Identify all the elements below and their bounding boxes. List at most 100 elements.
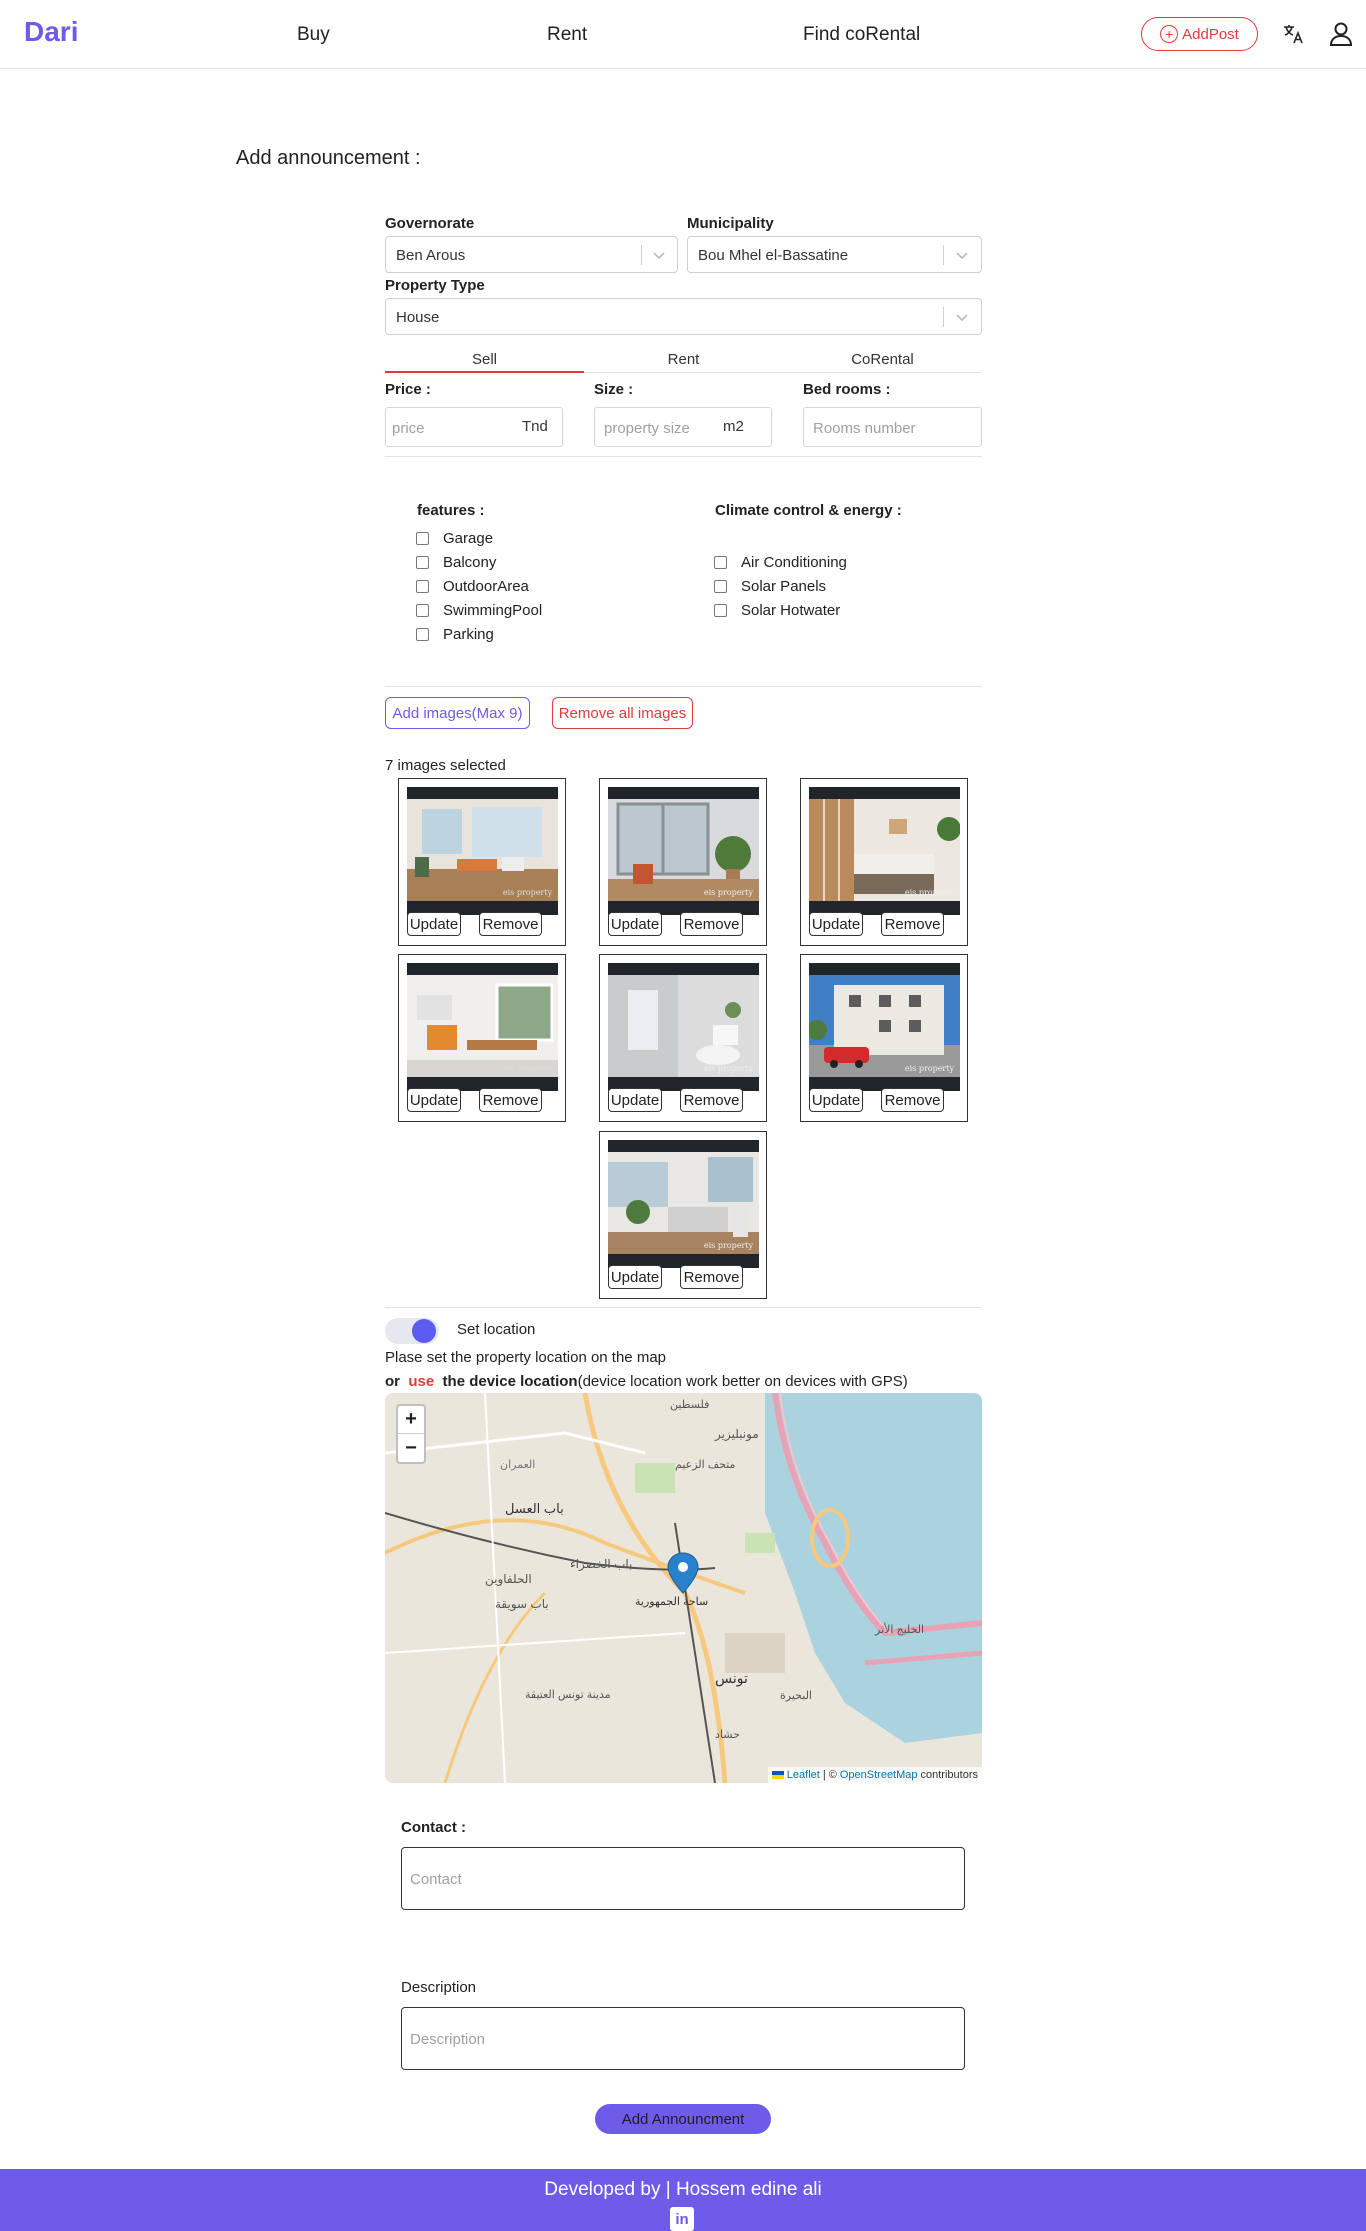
checkbox[interactable]: [416, 627, 429, 641]
remove-all-images-button[interactable]: Remove all images: [552, 697, 693, 729]
checkbox[interactable]: [416, 579, 429, 593]
watermark: eis property: [904, 1064, 954, 1073]
bedrooms-placeholder: Rooms number: [813, 420, 916, 437]
size-label: Size :: [594, 381, 634, 398]
property-image-kitchen: eis property: [407, 963, 558, 1091]
feature-label: OutdoorArea: [443, 577, 529, 595]
feature-balcony[interactable]: Balcony: [416, 552, 496, 572]
map-place-label: حشاد: [715, 1729, 740, 1741]
feature-parking[interactable]: Parking: [416, 624, 494, 644]
linkedin-icon[interactable]: in: [670, 2207, 694, 2231]
size-input[interactable]: property size m2: [594, 407, 772, 447]
nav-link-find-corental[interactable]: Find coRental: [803, 24, 920, 46]
images-selected-count: 7 images selected: [385, 757, 506, 774]
size-unit: m2: [723, 418, 744, 435]
watermark: eis property: [904, 888, 954, 897]
climate-label: Solar Hotwater: [741, 601, 841, 619]
map-place-label: باب الخضراء: [570, 1557, 632, 1572]
bedrooms-input[interactable]: Rooms number: [803, 407, 982, 447]
zoom-out-button[interactable]: −: [398, 1434, 424, 1462]
divider: [385, 686, 982, 687]
feature-label: Parking: [443, 625, 494, 643]
municipality-label: Municipality: [687, 215, 774, 232]
tab-corental[interactable]: CoRental: [783, 351, 982, 368]
property-image-window-plant: eis property: [608, 787, 759, 915]
climate-solar-panels[interactable]: Solar Panels: [714, 576, 826, 596]
device-location-text: the device location: [442, 1373, 578, 1390]
translate-icon[interactable]: [1279, 20, 1307, 48]
watermark: eis property: [703, 888, 753, 897]
nav-link-rent[interactable]: Rent: [547, 24, 587, 46]
navbar: Dari Buy Rent Find coRental + AddPost: [0, 0, 1366, 69]
checkbox[interactable]: [416, 555, 429, 569]
update-image-button[interactable]: Update: [407, 1088, 461, 1112]
select-separator: [943, 245, 944, 265]
map-place-label: ساحة الجمهورية: [635, 1596, 708, 1608]
remove-image-button[interactable]: Remove: [479, 1088, 542, 1112]
addpost-button[interactable]: + AddPost: [1141, 17, 1258, 51]
use-device-location-link[interactable]: use: [408, 1373, 434, 1390]
brand-logo[interactable]: Dari: [24, 16, 78, 48]
footer-credit: Developed by | Hossem edine ali: [544, 2179, 822, 2200]
checkbox[interactable]: [714, 555, 727, 569]
map-place-label: متحف الزعيم: [675, 1459, 736, 1471]
watermark: eis property: [703, 1241, 753, 1250]
property-image-bedroom: eis property: [809, 787, 960, 915]
nav-link-buy[interactable]: Buy: [297, 24, 330, 46]
update-image-button[interactable]: Update: [608, 1088, 662, 1112]
map-place-label: فلسطين: [670, 1399, 709, 1411]
property-type-select[interactable]: House: [385, 298, 982, 335]
openstreetmap-link[interactable]: OpenStreetMap: [840, 1769, 918, 1781]
price-label: Price :: [385, 381, 431, 398]
governorate-select[interactable]: Ben Arous: [385, 236, 678, 273]
tab-sell[interactable]: Sell: [385, 345, 584, 373]
description-label: Description: [401, 1979, 477, 1996]
property-type-value: House: [396, 309, 440, 326]
user-icon[interactable]: [1327, 20, 1355, 48]
tab-rent[interactable]: Rent: [584, 351, 783, 368]
feature-swimmingpool[interactable]: SwimmingPool: [416, 600, 542, 620]
leaflet-link[interactable]: Leaflet: [787, 1769, 820, 1781]
price-input[interactable]: price Tnd: [385, 407, 563, 447]
zoom-in-button[interactable]: +: [398, 1406, 424, 1434]
checkbox[interactable]: [416, 603, 429, 617]
contact-placeholder: Contact: [410, 1871, 462, 1888]
add-images-button[interactable]: Add images(Max 9): [385, 697, 530, 729]
description-placeholder: Description: [410, 2031, 486, 2048]
contact-input[interactable]: Contact: [401, 1847, 965, 1910]
property-image-building-exterior: eis property: [809, 963, 960, 1091]
governorate-value: Ben Arous: [396, 247, 466, 264]
location-map[interactable]: باب العسل الحلفاوين باب الخضراء ساحة الج…: [385, 1393, 982, 1783]
description-input[interactable]: Description: [401, 2007, 965, 2070]
checkbox[interactable]: [714, 603, 727, 617]
update-image-button[interactable]: Update: [407, 912, 461, 936]
chevron-down-icon: [653, 252, 665, 260]
governorate-label: Governorate: [385, 215, 475, 232]
remove-image-button[interactable]: Remove: [479, 912, 542, 936]
checkbox[interactable]: [416, 531, 429, 545]
update-image-button[interactable]: Update: [809, 912, 863, 936]
climate-solar-hotwater[interactable]: Solar Hotwater: [714, 600, 840, 620]
remove-image-button[interactable]: Remove: [680, 1265, 743, 1289]
feature-garage[interactable]: Garage: [416, 528, 493, 548]
watermark: eis property: [502, 888, 552, 897]
municipality-select[interactable]: Bou Mhel el-Bassatine: [687, 236, 982, 273]
climate-title: Climate control & energy :: [715, 502, 902, 519]
remove-image-button[interactable]: Remove: [881, 912, 944, 936]
divider: [385, 1307, 982, 1308]
remove-image-button[interactable]: Remove: [881, 1088, 944, 1112]
update-image-button[interactable]: Update: [809, 1088, 863, 1112]
climate-air-conditioning[interactable]: Air Conditioning: [714, 552, 847, 572]
feature-outdoorarea[interactable]: OutdoorArea: [416, 576, 529, 596]
chevron-down-icon: [956, 314, 968, 322]
checkbox[interactable]: [714, 579, 727, 593]
set-location-toggle[interactable]: [385, 1318, 439, 1344]
remove-image-button[interactable]: Remove: [680, 1088, 743, 1112]
update-image-button[interactable]: Update: [608, 1265, 662, 1289]
map-place-label: باب العسل: [505, 1501, 564, 1516]
update-image-button[interactable]: Update: [608, 912, 662, 936]
remove-image-button[interactable]: Remove: [680, 912, 743, 936]
or-text: or: [385, 1373, 400, 1390]
add-announcement-button[interactable]: Add Announcment: [595, 2104, 771, 2134]
map-tiles: باب العسل الحلفاوين باب الخضراء ساحة الج…: [385, 1393, 982, 1783]
